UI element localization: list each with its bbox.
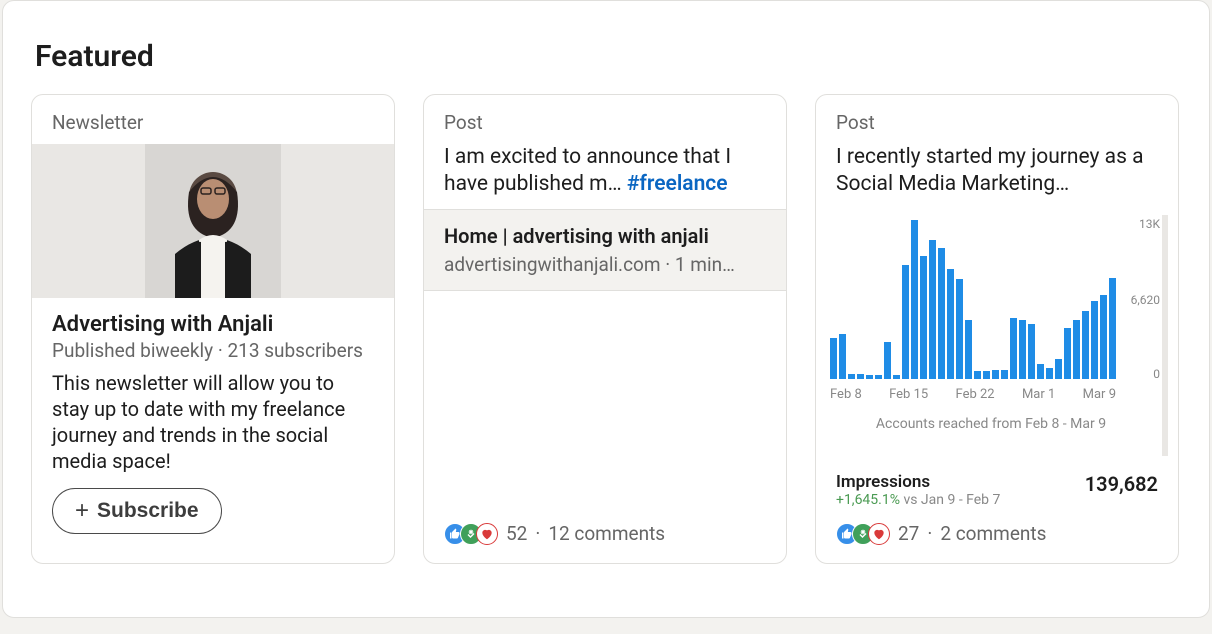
chart-bar [893,375,900,379]
newsletter-meta: Published biweekly · 213 subscribers [52,339,374,362]
newsletter-title: Advertising with Anjali [52,312,374,337]
chart-bar [1082,311,1089,379]
card-type-label: Post [424,95,786,144]
chart-bar [974,371,981,378]
chart-bar [1109,278,1116,379]
analytics-image: 13K 6,620 0 Feb 8 Feb 15 Feb 22 Mar 1 Ma… [826,215,1168,456]
chart-xaxis: Feb 8 Feb 15 Feb 22 Mar 1 Mar 9 [826,381,1156,402]
reactions-icons [444,523,498,545]
subscribe-label: Subscribe [97,499,199,523]
post-hashtag[interactable]: #freelance [627,172,728,196]
chart-bar [911,220,918,379]
chart-xtick: Feb 22 [956,387,995,402]
reactions-count: 52 [506,522,527,545]
featured-panel: Featured Newsletter [2,0,1210,618]
chart-bar [866,375,873,379]
separator-dot: · [535,522,540,545]
chart-bar [956,279,963,379]
chart-bar [929,240,936,379]
impressions-row: Impressions +1,645.1% vs Jan 9 - Feb 7 1… [816,456,1178,508]
chart-xtick: Feb 8 [830,387,862,402]
newsletter-hero-image [32,144,394,298]
chart-bar [1073,320,1080,379]
link-preview[interactable]: Home | advertising with anjali advertisi… [424,209,786,291]
chart-bar [965,320,972,379]
chart-bars [830,219,1116,379]
impressions-label: Impressions [836,472,1000,492]
chart-bar [1091,301,1098,379]
chart-xtick: Mar 1 [1022,387,1055,402]
chart-bar [830,338,837,379]
comments-count[interactable]: 12 comments [548,522,665,545]
post-text: I am excited to announce that I have pub… [424,144,786,209]
chart-bar [884,342,891,379]
chart-bar [920,256,927,379]
impressions-delta-vs: vs Jan 9 - Feb 7 [900,492,1000,508]
chart-bar [839,334,846,378]
reactions-icons [836,523,890,545]
engagement-bar[interactable]: 52 · 12 comments [424,508,786,563]
card-type-label: Post [816,95,1178,144]
link-preview-title: Home | advertising with anjali [444,224,766,249]
subscribe-button[interactable]: + Subscribe [52,488,222,534]
chart-bar [1028,324,1035,378]
chart-ytick: 0 [1153,367,1160,381]
comments-count[interactable]: 2 comments [940,522,1046,545]
section-title: Featured [35,39,1181,74]
chart-caption: Accounts reached from Feb 8 - Mar 9 [826,416,1156,432]
newsletter-description: This newsletter will allow you to stay u… [52,370,374,474]
chart-bar [947,269,954,379]
spacer [424,291,786,508]
plus-icon: + [75,499,89,523]
chart-bar [902,265,909,378]
reaction-love-icon [476,523,498,545]
chart-bar [992,370,999,379]
impressions-value: 139,682 [1085,472,1158,496]
featured-cards-row: Newsletter [31,94,1181,564]
chart-bar [875,375,882,379]
link-preview-meta: advertisingwithanjali.com · 1 min… [444,253,766,276]
chart-bar [1064,328,1071,378]
chart-xtick: Feb 15 [889,387,928,402]
chart-bar [1019,320,1026,379]
chart-bar [1001,370,1008,379]
chart-xtick: Mar 9 [1083,387,1116,402]
separator-dot: · [927,522,932,545]
featured-card-post-2[interactable]: Post I recently started my journey as a … [815,94,1179,564]
chart-bar [1010,318,1017,378]
chart-bar [1100,295,1107,379]
chart-bar [857,374,864,378]
featured-card-post-1[interactable]: Post I am excited to announce that I hav… [423,94,787,564]
chart-bar [1046,368,1053,379]
reaction-love-icon [868,523,890,545]
newsletter-portrait [145,144,281,298]
chart-bar [1055,359,1062,379]
reactions-count: 27 [898,522,919,545]
newsletter-body: Advertising with Anjali Published biweek… [32,298,394,563]
impressions-delta: +1,645.1% vs Jan 9 - Feb 7 [836,492,1000,508]
engagement-bar[interactable]: 27 · 2 comments [816,508,1178,563]
chart-bar [1037,364,1044,379]
chart-bar [938,248,945,378]
chart-bar [848,374,855,379]
chart-ytick: 13K [1139,217,1160,231]
chart-ytick: 6,620 [1131,293,1160,307]
featured-card-newsletter[interactable]: Newsletter [31,94,395,564]
impressions-delta-value: +1,645.1% [836,492,900,508]
post-text: I recently started my journey as a Socia… [816,144,1178,209]
card-type-label: Newsletter [32,95,394,144]
chart-bar [983,371,990,378]
